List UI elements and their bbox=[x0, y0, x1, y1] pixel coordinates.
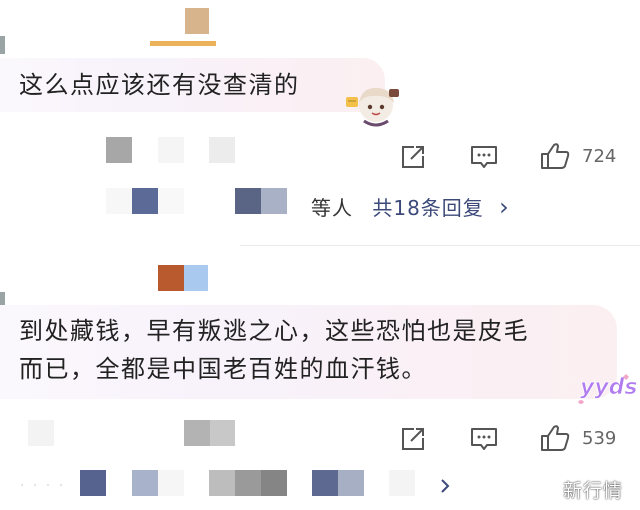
mosaic-block bbox=[235, 470, 261, 496]
share-icon[interactable] bbox=[399, 425, 427, 453]
mosaic-block bbox=[158, 470, 184, 496]
chibi-sticker-icon bbox=[346, 87, 399, 127]
comment-bubble[interactable]: 到处藏钱，早有叛逃之心，这些恐怕也是皮毛 而已，全都是中国老百姓的血汗钱。 bbox=[0, 305, 617, 399]
mosaic-block bbox=[261, 470, 287, 496]
sticker-text: yyds bbox=[580, 375, 638, 400]
username-mosaic bbox=[0, 36, 5, 54]
reply-prefix: 等人 bbox=[311, 196, 353, 220]
mosaic-block bbox=[184, 420, 210, 446]
mosaic-block bbox=[209, 137, 235, 163]
thumbs-up-icon[interactable] bbox=[539, 141, 571, 171]
mosaic-block bbox=[210, 420, 235, 446]
mosaic-block bbox=[158, 188, 184, 214]
reply-count-link[interactable]: 共18条回复 bbox=[372, 196, 483, 220]
comment-feed: 这么点应该还有没查清的 724 等人 共18条回复 › 到处藏钱，早有叛逃之心，… bbox=[0, 0, 640, 510]
comment-bubble[interactable]: 这么点应该还有没查清的 bbox=[0, 58, 385, 112]
mosaic-block bbox=[261, 188, 287, 214]
like-count: 539 bbox=[582, 428, 617, 449]
comment-text: 到处藏钱，早有叛逃之心，这些恐怕也是皮毛 bbox=[19, 317, 529, 345]
username-mosaic bbox=[150, 41, 216, 46]
mosaic-block bbox=[209, 470, 235, 496]
yyds-sticker-icon: yyds bbox=[578, 374, 638, 404]
ellipsis-dots: · · · · bbox=[20, 478, 66, 494]
thumbs-up-icon[interactable] bbox=[539, 423, 571, 453]
mosaic-block bbox=[80, 470, 106, 496]
comment-text: 这么点应该还有没查清的 bbox=[19, 71, 300, 99]
mosaic-block bbox=[132, 470, 158, 496]
mosaic-block bbox=[132, 188, 158, 214]
mosaic-block bbox=[158, 137, 184, 163]
comment-icon[interactable] bbox=[469, 143, 499, 171]
watermark: 新行情 bbox=[563, 480, 624, 502]
mosaic-block bbox=[106, 188, 132, 214]
chevron-right-icon[interactable]: › bbox=[499, 193, 510, 221]
mosaic-block bbox=[389, 470, 415, 496]
mosaic-block bbox=[312, 470, 338, 496]
avatar-mosaic[interactable] bbox=[184, 265, 208, 291]
comment-text: 而已，全都是中国老百姓的血汗钱。 bbox=[19, 355, 427, 383]
mosaic-block bbox=[28, 420, 54, 446]
mosaic-block bbox=[338, 470, 364, 496]
avatar-mosaic[interactable] bbox=[158, 265, 184, 291]
mosaic-block bbox=[106, 137, 132, 163]
comment-divider bbox=[240, 245, 640, 246]
reply-summary[interactable]: 等人 共18条回复 › bbox=[311, 192, 510, 221]
chevron-right-icon[interactable] bbox=[438, 477, 452, 495]
mosaic-block bbox=[235, 188, 261, 214]
like-count: 724 bbox=[582, 146, 617, 167]
comment-icon[interactable] bbox=[469, 425, 499, 453]
share-icon[interactable] bbox=[399, 143, 427, 171]
avatar-mosaic[interactable] bbox=[185, 8, 209, 34]
